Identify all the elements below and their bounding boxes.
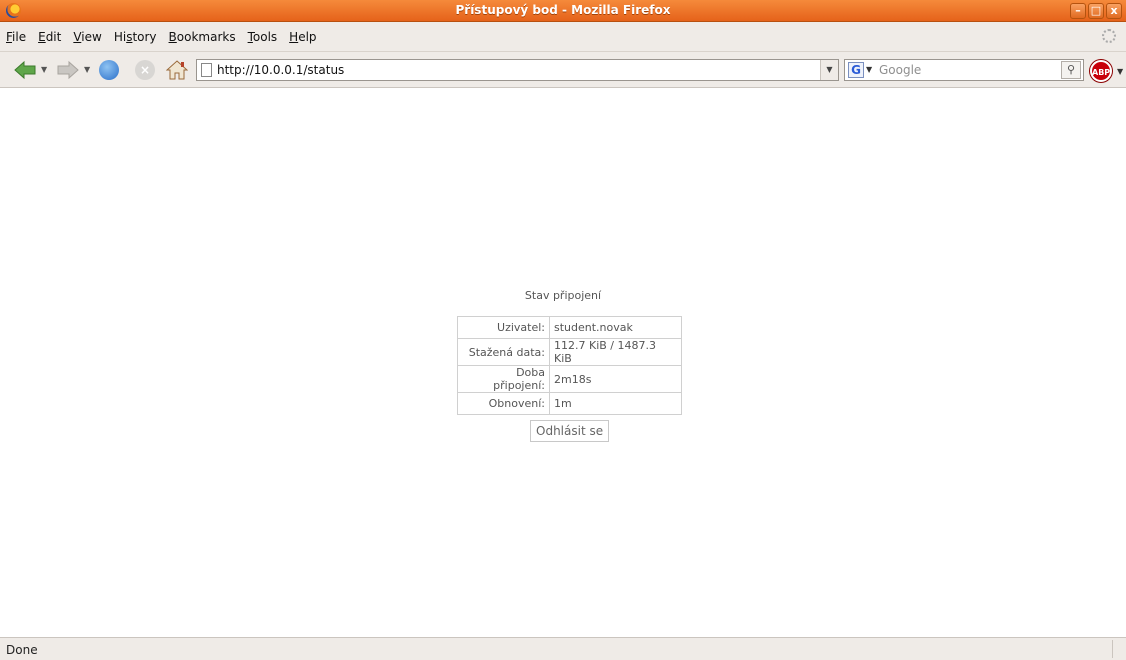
forward-arrow-icon[interactable]	[57, 60, 79, 80]
status-bar: Done	[0, 637, 1126, 660]
page-title: Stav připojení	[524, 289, 602, 302]
menu-bookmarks[interactable]: Bookmarks	[169, 30, 236, 44]
logout-button[interactable]: Odhlásit se	[530, 420, 610, 442]
menu-view[interactable]: View	[73, 30, 101, 44]
page-content: Stav připojení Uzivatel: student.novak S…	[0, 89, 1126, 637]
table-row: Obnovení: 1m	[457, 392, 682, 415]
reload-icon[interactable]	[99, 60, 119, 80]
stop-icon[interactable]: ×	[135, 60, 155, 80]
activity-throbber-icon	[1102, 29, 1116, 43]
row-value: 112.7 KiB / 1487.3 KiB	[549, 338, 682, 366]
row-label: Doba připojení:	[457, 365, 550, 393]
row-label: Uzivatel:	[457, 316, 550, 339]
url-history-dropdown-icon[interactable]: ▼	[820, 60, 838, 80]
row-label: Obnovení:	[457, 392, 550, 415]
menu-file[interactable]: File	[6, 30, 26, 44]
title-bar: Přístupový bod - Mozilla Firefox – □ x	[0, 0, 1126, 22]
menu-tools[interactable]: Tools	[248, 30, 278, 44]
table-row: Stažená data: 112.7 KiB / 1487.3 KiB	[457, 338, 682, 366]
menu-bar: File Edit View History Bookmarks Tools H…	[0, 22, 1126, 52]
row-label: Stažená data:	[457, 338, 550, 366]
window-title: Přístupový bod - Mozilla Firefox	[455, 3, 671, 17]
menu-help[interactable]: Help	[289, 30, 316, 44]
close-button[interactable]: x	[1106, 3, 1122, 19]
search-magnifier-icon[interactable]: ⚲	[1061, 61, 1081, 79]
google-engine-icon[interactable]: G	[848, 62, 864, 78]
maximize-button[interactable]: □	[1088, 3, 1104, 19]
minimize-button[interactable]: –	[1070, 3, 1086, 19]
home-icon[interactable]	[166, 60, 188, 80]
url-input[interactable]	[217, 62, 817, 78]
page-icon	[201, 63, 212, 77]
navigation-toolbar: ▼ ▼ × ▼ G ▼ ⚲	[0, 52, 1126, 88]
back-arrow-icon[interactable]	[14, 60, 36, 80]
adblock-dropdown-icon[interactable]: ▼	[1117, 67, 1123, 76]
menu-history[interactable]: History	[114, 30, 157, 44]
search-input[interactable]	[879, 62, 1049, 78]
row-value: 2m18s	[549, 365, 682, 393]
status-text: Done	[6, 643, 38, 657]
connection-status-table: Uzivatel: student.novak Stažená data: 11…	[457, 316, 682, 415]
table-row: Uzivatel: student.novak	[457, 316, 682, 339]
row-value: 1m	[549, 392, 682, 415]
url-bar[interactable]: ▼	[196, 59, 839, 81]
table-row: Doba připojení: 2m18s	[457, 365, 682, 393]
back-history-dropdown-icon[interactable]: ▼	[41, 65, 47, 74]
resize-grip[interactable]	[1112, 640, 1126, 658]
window-controls: – □ x	[1070, 3, 1122, 19]
search-engine-dropdown-icon[interactable]: ▼	[866, 65, 872, 74]
search-bar[interactable]: G ▼ ⚲	[844, 59, 1084, 81]
forward-history-dropdown-icon[interactable]: ▼	[84, 65, 90, 74]
adblock-plus-icon[interactable]: ABP	[1090, 60, 1112, 82]
row-value: student.novak	[549, 316, 682, 339]
menu-edit[interactable]: Edit	[38, 30, 61, 44]
